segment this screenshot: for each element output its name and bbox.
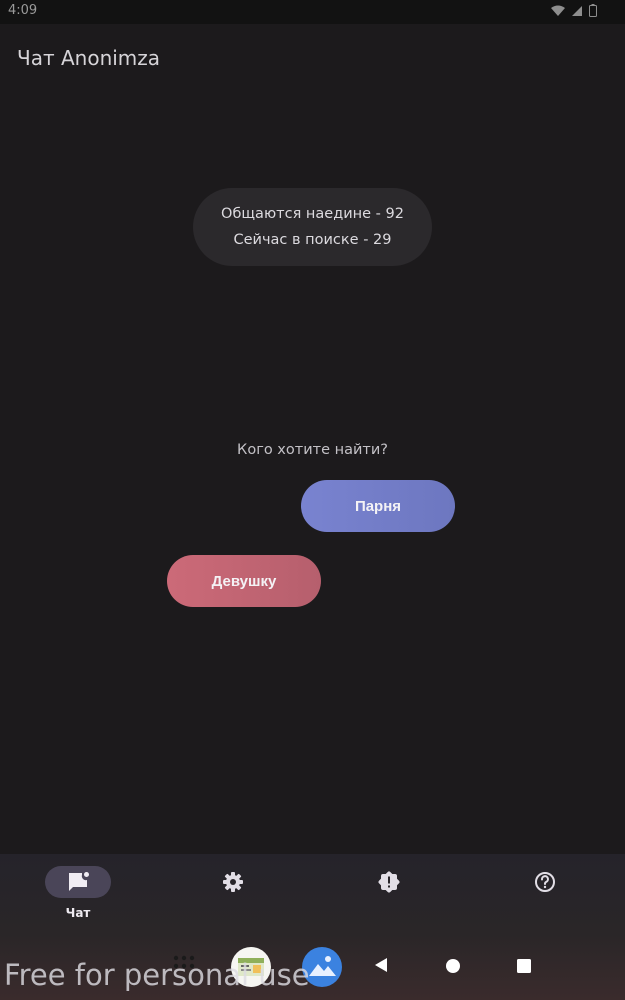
nav-item-alerts[interactable] bbox=[344, 866, 434, 898]
stats-private-chats: Общаются наедине - 92 bbox=[221, 206, 404, 222]
search-question: Кого хотите найти? bbox=[237, 442, 388, 458]
recents-icon[interactable] bbox=[515, 957, 533, 975]
battery-icon bbox=[589, 4, 597, 17]
nav-indicator-help bbox=[512, 866, 578, 898]
settings-icon bbox=[223, 872, 243, 892]
stats-card: Общаются наедине - 92 Сейчас в поиске - … bbox=[193, 188, 432, 266]
alert-icon bbox=[378, 871, 400, 893]
app-screen: 4:09 Чат Anonimza Общаются наедине - 92 … bbox=[0, 0, 625, 1000]
stats-searching: Сейчас в поиске - 29 bbox=[233, 232, 392, 248]
app-title: Чат Anonimza bbox=[17, 46, 161, 70]
nav-indicator-alerts bbox=[356, 866, 422, 898]
find-female-button[interactable]: Девушку bbox=[167, 555, 321, 607]
wifi-icon bbox=[551, 5, 565, 16]
status-time: 4:09 bbox=[8, 3, 38, 18]
watermark-text: Free for personal use bbox=[4, 958, 310, 992]
nav-label-chat: Чат bbox=[65, 906, 91, 920]
nav-active-indicator bbox=[45, 866, 111, 898]
nav-item-help[interactable] bbox=[500, 866, 590, 898]
nav-item-chat[interactable]: Чат bbox=[33, 866, 123, 920]
signal-icon bbox=[572, 5, 582, 16]
nav-indicator-settings bbox=[200, 866, 266, 898]
help-icon bbox=[535, 872, 555, 892]
chat-icon bbox=[69, 872, 89, 891]
status-bar: 4:09 bbox=[0, 0, 625, 24]
find-male-button[interactable]: Парня bbox=[301, 480, 455, 532]
back-icon[interactable] bbox=[372, 956, 390, 974]
status-icons bbox=[551, 4, 597, 17]
nav-item-settings[interactable] bbox=[188, 866, 278, 898]
home-icon[interactable] bbox=[444, 957, 462, 975]
